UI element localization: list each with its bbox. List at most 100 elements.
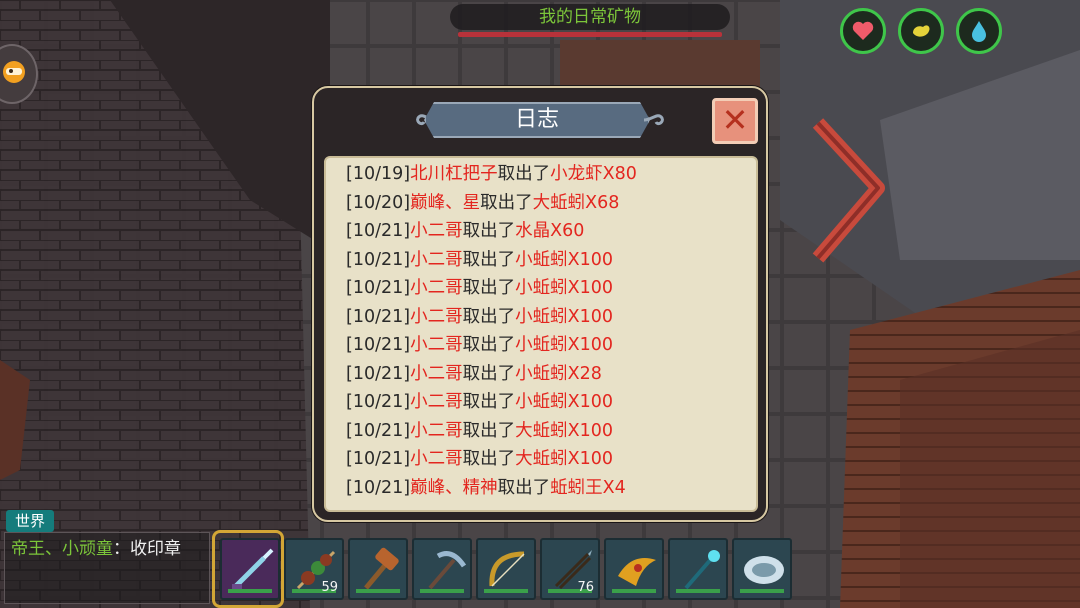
log-entry: [10/21]小二哥取出了小蚯蚓X100: [346, 246, 756, 275]
log-entry: [10/21]小二哥取出了小蚯蚓X100: [346, 303, 756, 332]
chat-speaker: 帝王、小顽童: [11, 539, 113, 559]
log-item: 小蚯蚓X100: [515, 249, 613, 270]
chest-title: 我的日常矿物: [450, 4, 730, 30]
durability-bar: [676, 589, 720, 593]
water-drop-icon: [972, 21, 986, 42]
log-date: [10/21]: [346, 221, 411, 241]
chat-separator: ：: [113, 539, 130, 559]
hotbar-slot[interactable]: [476, 538, 536, 600]
log-action: 取出了: [462, 420, 516, 441]
log-player: 小二哥: [410, 335, 463, 355]
log-entry: [10/21]小二哥取出了小蚯蚓X100: [346, 331, 756, 360]
close-icon: ✕: [721, 101, 749, 139]
log-date: [10/21]: [346, 249, 411, 270]
log-entry: [10/21]小二哥取出了大蚯蚓X100: [346, 445, 756, 474]
dialog-title: 日志: [424, 102, 650, 138]
log-action: 取出了: [462, 249, 516, 270]
chat-channel-tag[interactable]: 世界: [6, 510, 54, 532]
hotbar-slot[interactable]: 76: [540, 538, 600, 600]
log-item: 蚯蚓王X4: [550, 477, 626, 498]
durability-bar: [420, 589, 464, 593]
log-item: 小蚯蚓X28: [515, 363, 602, 384]
hotbar-slot[interactable]: [668, 538, 728, 600]
chat-message: 收印章: [130, 539, 181, 559]
close-button[interactable]: ✕: [712, 98, 758, 144]
log-player: 小二哥: [410, 420, 463, 441]
chat-box[interactable]: 帝王、小顽童：收印章: [4, 532, 210, 604]
log-item: 大蚯蚓X68: [532, 192, 620, 213]
chest-capacity-bar: [458, 32, 722, 37]
hammer-icon: [364, 547, 399, 590]
log-date: [10/21]: [346, 278, 411, 298]
log-dialog: 日志 ✕ [10/19]北川杠把子取出了小龙虾X80 [10/20]巅峰、星取出了…: [312, 86, 768, 522]
log-item: 小蚯蚓X100: [515, 306, 613, 327]
log-entry: [10/21]巅峰、精神取出了蚯蚓王X4: [346, 474, 756, 503]
log-date: [10/21]: [346, 420, 411, 441]
log-player: 小二哥: [410, 449, 463, 469]
log-action: 取出了: [462, 392, 516, 412]
hotbar-slot[interactable]: [412, 538, 472, 600]
log-list[interactable]: [10/19]北川杠把子取出了小龙虾X80 [10/20]巅峰、星取出了大蚯蚓X6…: [324, 156, 758, 512]
pickaxe-icon: [428, 551, 467, 590]
next-page-arrow-icon[interactable]: [808, 118, 888, 268]
hotbar-slot[interactable]: [348, 538, 408, 600]
shield-disc-icon: [744, 556, 784, 584]
heart-icon: [852, 21, 874, 40]
log-player: 巅峰、星: [410, 192, 481, 213]
log-item: 大蚯蚓X100: [515, 420, 613, 441]
log-action: 取出了: [462, 278, 516, 298]
log-player: 北川杠把子: [410, 164, 498, 184]
log-date: [10/21]: [346, 306, 411, 327]
log-entry: [10/20]巅峰、星取出了大蚯蚓X68: [346, 189, 756, 218]
log-action: 取出了: [462, 449, 516, 469]
log-entry: [10/21]小二哥取出了小蚯蚓X100: [346, 274, 756, 303]
durability-bar: [740, 589, 784, 593]
log-date: [10/21]: [346, 335, 411, 355]
log-date: [10/21]: [346, 477, 411, 498]
hotbar-slot[interactable]: 59: [284, 538, 344, 600]
log-action: 取出了: [480, 192, 533, 213]
log-item: 小蚯蚓X100: [515, 392, 613, 412]
crystal-sword-icon: [232, 548, 274, 590]
durability-bar: [356, 589, 400, 593]
mascot-face-icon: [3, 61, 25, 83]
log-date: [10/21]: [346, 363, 411, 384]
hotbar-slot[interactable]: [732, 538, 792, 600]
log-item: 小蚯蚓X100: [515, 335, 613, 355]
log-date: [10/21]: [346, 449, 411, 469]
hotbar-slot[interactable]: [604, 538, 664, 600]
log-date: [10/21]: [346, 392, 411, 412]
durability-bar: [228, 589, 272, 593]
log-entry: [10/21]小二哥取出了水晶X60: [346, 217, 756, 246]
log-action: 取出了: [497, 477, 551, 498]
log-date: [10/19]: [346, 164, 411, 184]
log-player: 小二哥: [410, 363, 463, 384]
thirst-indicator: [956, 8, 1002, 54]
bow-icon: [489, 551, 525, 587]
log-item: 小龙虾X80: [550, 164, 637, 184]
log-action: 取出了: [462, 221, 516, 241]
log-action: 取出了: [462, 363, 516, 384]
stomach-icon: [913, 25, 930, 37]
log-action: 取出了: [462, 306, 516, 327]
log-entry: [10/21]小二哥取出了小蚯蚓X28: [346, 360, 756, 389]
log-entry: [10/19]北川杠把子取出了小龙虾X80: [346, 160, 756, 189]
magic-staff-icon: [684, 550, 720, 590]
log-entry: [10/21]小二哥取出了小蚯蚓X100: [346, 388, 756, 417]
log-player: 小二哥: [410, 392, 463, 412]
item-count: 59: [321, 580, 338, 595]
hunger-indicator: [898, 8, 944, 54]
health-indicator: [840, 8, 886, 54]
log-item: 小蚯蚓X100: [515, 278, 613, 298]
log-entry: [10/21]小二哥取出了大蚯蚓X100: [346, 417, 756, 446]
header-ornament-right-icon: [643, 114, 664, 126]
hotbar-slot[interactable]: [220, 538, 280, 600]
log-player: 小二哥: [410, 278, 463, 298]
log-date: [10/20]: [346, 192, 411, 213]
horn-icon: [618, 558, 656, 586]
log-player: 巅峰、精神: [410, 477, 498, 498]
log-player: 小二哥: [410, 221, 463, 241]
log-item: 大蚯蚓X100: [515, 449, 613, 469]
durability-bar: [612, 589, 656, 593]
log-item: 水晶X60: [515, 221, 585, 241]
